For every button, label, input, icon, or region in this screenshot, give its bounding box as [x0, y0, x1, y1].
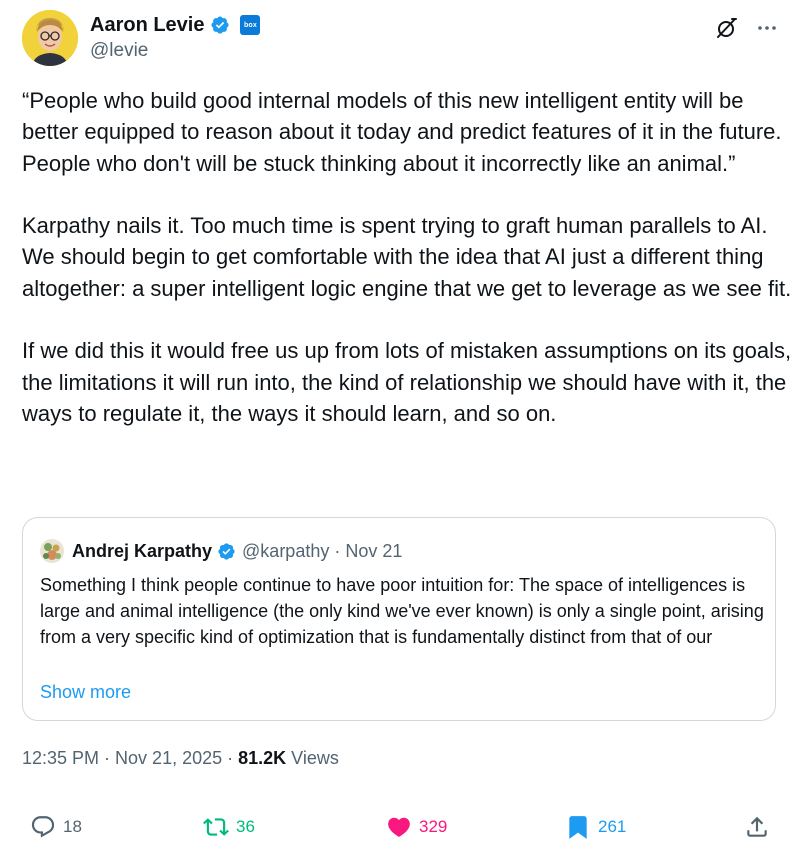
- views-label: Views: [286, 748, 339, 768]
- tweet-paragraph: If we did this it would free us up from …: [22, 338, 792, 426]
- heart-icon: [388, 817, 410, 837]
- repost-button[interactable]: 36: [203, 812, 255, 842]
- author-name-block: Aaron Levie box @levie: [90, 12, 261, 63]
- tweet-paragraph: “People who build good internal models o…: [22, 88, 782, 176]
- quoted-tweet-date: · Nov 21: [334, 540, 403, 561]
- verified-badge-icon[interactable]: [210, 15, 230, 35]
- reply-count: 18: [63, 817, 82, 836]
- quoted-tweet-text: Something I think people continue to hav…: [40, 575, 764, 647]
- quoted-tweet-card[interactable]: Andrej Karpathy @karpathy · Nov 21 Somet…: [22, 517, 776, 721]
- grok-icon[interactable]: [715, 16, 739, 40]
- tweet-paragraph: Karpathy nails it. Too much time is spen…: [22, 213, 792, 301]
- bookmark-button[interactable]: 261: [565, 812, 626, 842]
- tweet-meta: 12:35 PM · Nov 21, 2025 · 81.2K Views: [22, 745, 339, 771]
- tweet-timestamp[interactable]: 12:35 PM · Nov 21, 2025 ·: [22, 748, 238, 768]
- bookmark-count: 261: [598, 817, 627, 836]
- reply-icon: [31, 816, 55, 838]
- author-avatar[interactable]: [22, 10, 78, 66]
- bookmark-icon: [569, 816, 587, 839]
- reply-button[interactable]: 18: [30, 812, 82, 842]
- like-button[interactable]: 329: [386, 812, 447, 842]
- quoted-author-avatar: [40, 539, 64, 563]
- repost-count: 36: [236, 817, 255, 836]
- share-button[interactable]: [744, 812, 770, 842]
- repost-icon: [203, 818, 229, 836]
- tweet-text: “People who build good internal models o…: [22, 85, 792, 429]
- like-count: 329: [419, 817, 448, 836]
- author-name-row: Aaron Levie box: [90, 12, 261, 38]
- quoted-tweet-header: Andrej Karpathy @karpathy · Nov 21: [40, 538, 402, 564]
- more-icon[interactable]: [755, 16, 779, 40]
- tweet-header: Aaron Levie box @levie: [22, 10, 779, 66]
- tweet-actions: 18 36 329 261: [22, 812, 779, 844]
- show-more-link[interactable]: Show more: [40, 679, 131, 705]
- author-display-name[interactable]: Aaron Levie: [90, 12, 204, 38]
- quoted-author-name: Andrej Karpathy: [72, 540, 213, 561]
- verified-badge-icon: [217, 542, 236, 561]
- top-actions: [715, 16, 779, 40]
- quoted-author-handle: @karpathy: [242, 540, 330, 561]
- author-handle[interactable]: @levie: [90, 39, 260, 63]
- views-count: 81.2K: [238, 748, 287, 768]
- affiliate-box-badge-icon[interactable]: box: [240, 15, 261, 35]
- share-icon: [747, 816, 767, 837]
